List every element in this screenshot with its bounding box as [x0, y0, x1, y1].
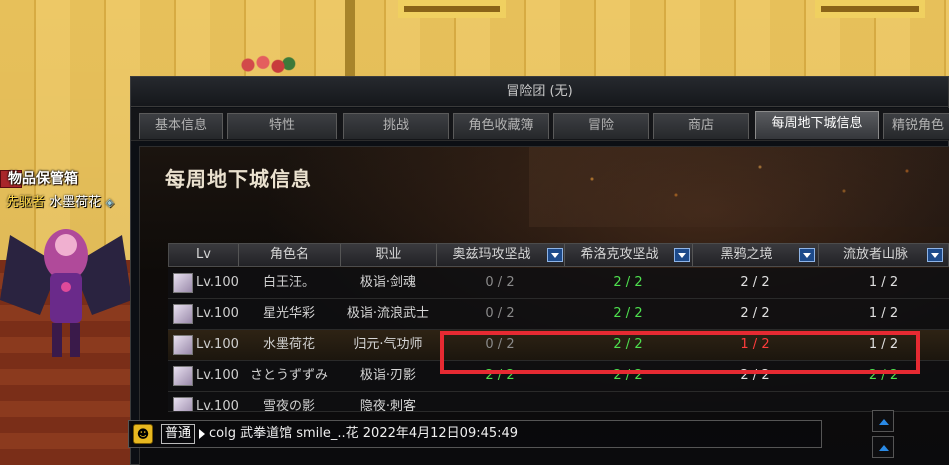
cell-job: 极诣·剑魂: [359, 275, 417, 290]
character-avatar-icon: [173, 273, 193, 293]
cell-raven: [692, 392, 818, 411]
cell-job: 极诣·流浪武士: [346, 306, 430, 321]
character-avatar-icon: [173, 397, 193, 411]
vault-label[interactable]: 物品保管箱: [8, 168, 78, 188]
cell-exile: 2 / 2: [868, 368, 899, 383]
cell-character-name: 白王汪。: [262, 275, 315, 290]
character-avatar-icon: [173, 304, 193, 324]
tab-adventure[interactable]: 冒险: [553, 113, 649, 139]
chat-message[interactable]: colg 武拳道馆 smile_..花 2022年4月12日09:45:49: [209, 421, 518, 447]
panel-title: 每周地下城信息: [165, 167, 312, 191]
ozma-dropdown-icon[interactable]: [547, 248, 563, 262]
cell-level: Lv.100: [168, 392, 239, 412]
cell-exile: 1 / 2: [868, 275, 899, 290]
channel-arrow-icon[interactable]: [199, 429, 205, 439]
cell-level: Lv.100: [168, 361, 239, 391]
character-avatar-icon: [173, 335, 193, 355]
cell-job: 极诣·刃影: [359, 368, 417, 383]
cell-level: Lv.100: [168, 330, 239, 360]
cell-level: Lv.100: [168, 268, 239, 298]
level-text: Lv.100: [196, 399, 239, 412]
chat-bar: ☻ 普通 colg 武拳道馆 smile_..花 2022年4月12日09:45…: [128, 420, 822, 448]
table-row[interactable]: Lv.100 水墨荷花 归元·气功师 0 / 2 2 / 2 1 / 2 1 / 2: [168, 330, 949, 361]
tab-shop[interactable]: 商店: [653, 113, 749, 139]
wall-painting-right: [815, 0, 925, 18]
cell-sirocco: 2 / 2: [613, 368, 643, 383]
ember-background: [529, 147, 949, 227]
cell-raven: 1 / 2: [740, 337, 770, 352]
cell-character-name: 星光华彩: [262, 306, 315, 321]
cell-sirocco: 2 / 2: [613, 275, 643, 290]
level-text: Lv.100: [196, 337, 239, 352]
level-text: Lv.100: [196, 368, 239, 383]
character-sprite[interactable]: [0, 205, 132, 365]
character-avatar-icon: [173, 366, 193, 386]
cell-sirocco: 2 / 2: [613, 306, 643, 321]
tab-basic-info[interactable]: 基本信息: [139, 113, 223, 139]
header-name: 角色名: [239, 244, 341, 266]
cell-ozma: 2 / 2: [485, 368, 515, 383]
cell-character-name: さとうずずみ: [249, 368, 328, 383]
table-header: Lv 角色名 职业 奥兹玛攻坚战 希洛克攻坚战 黑鸦之境 流放者山脉: [168, 243, 949, 267]
cell-ozma: 0 / 2: [485, 337, 515, 352]
cell-exile: 1 / 2: [868, 306, 899, 321]
cell-level: Lv.100: [168, 299, 239, 329]
cell-ozma: 0 / 2: [485, 275, 515, 290]
wall-painting-left: [398, 0, 506, 18]
flower-vase: [236, 52, 296, 78]
cell-job: 隐夜·刺客: [359, 399, 417, 412]
cell-character-name: 雪夜の影: [262, 399, 315, 412]
cell-character-name: 水墨荷花: [262, 337, 315, 352]
cell-exile: 1 / 2: [868, 337, 899, 352]
level-text: Lv.100: [196, 275, 239, 290]
header-lv: Lv: [169, 244, 239, 266]
tab-challenge[interactable]: 挑战: [343, 113, 449, 139]
cell-raven: 2 / 2: [740, 275, 770, 290]
raven-dropdown-icon[interactable]: [799, 248, 815, 262]
cell-exile: [818, 392, 949, 411]
table-row[interactable]: Lv.100 雪夜の影 隐夜·刺客: [168, 392, 949, 412]
exile-dropdown-icon[interactable]: [927, 248, 943, 262]
tab-weekly-dungeon-info[interactable]: 每周地下城信息: [755, 111, 879, 139]
cell-sirocco: 2 / 2: [613, 337, 643, 352]
cell-sirocco: [564, 392, 692, 411]
tab-bar: 基本信息 特性 挑战 角色收藏簿 冒险 商店 每周地下城信息 精锐角色: [131, 108, 949, 141]
cell-ozma: 0 / 2: [485, 306, 515, 321]
cell-raven: 2 / 2: [740, 306, 770, 321]
table-row[interactable]: Lv.100 星光华彩 极诣·流浪武士 0 / 2 2 / 2 2 / 2 1 / 2: [168, 299, 949, 330]
cell-ozma: [436, 392, 564, 411]
chat-expand-button[interactable]: [872, 410, 894, 432]
table-row[interactable]: Lv.100 さとうずずみ 极诣·刃影 2 / 2 2 / 2 2 / 2 2 / 2: [168, 361, 949, 392]
tab-traits[interactable]: 特性: [227, 113, 337, 139]
cell-raven: 2 / 2: [740, 368, 770, 383]
wall-pillar: [345, 0, 355, 76]
chat-channel-button[interactable]: 普通: [161, 424, 196, 444]
chat-scroll-button[interactable]: [872, 436, 894, 458]
tab-character-collection[interactable]: 角色收藏簿: [453, 113, 549, 139]
window-title[interactable]: 冒险团 (无): [131, 77, 948, 107]
header-ozma[interactable]: 奥兹玛攻坚战: [437, 244, 565, 266]
tab-elite-characters[interactable]: 精锐角色: [883, 113, 949, 139]
level-text: Lv.100: [196, 306, 239, 321]
cell-job: 归元·气功师: [353, 337, 423, 352]
emoji-icon[interactable]: ☻: [133, 424, 153, 444]
table-row[interactable]: Lv.100 白王汪。 极诣·剑魂 0 / 2 2 / 2 2 / 2 1 / 2: [168, 268, 949, 299]
sirocco-dropdown-icon[interactable]: [674, 248, 690, 262]
header-job: 职业: [341, 244, 437, 266]
